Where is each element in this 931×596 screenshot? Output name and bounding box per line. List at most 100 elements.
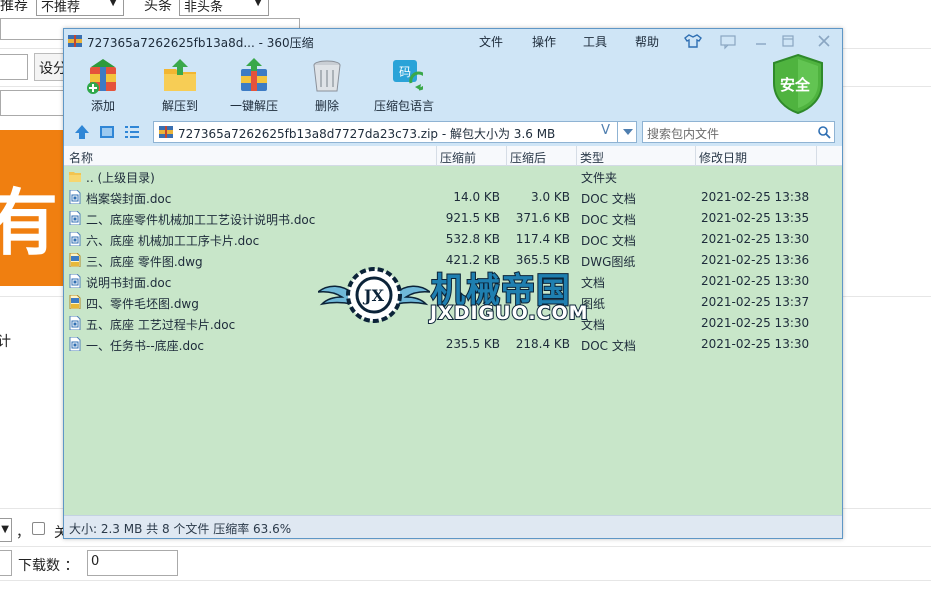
file-name: 档案袋封面.doc <box>86 192 172 206</box>
column-name[interactable]: 名称 <box>69 149 93 166</box>
file-name: 说明书封面.doc <box>86 276 172 290</box>
file-unpacked: 3.0 KB <box>531 190 570 204</box>
divider <box>0 580 931 581</box>
file-type: DOC 文档 <box>581 339 636 353</box>
thumbnail-view-icon[interactable] <box>98 123 116 141</box>
table-row[interactable]: 档案袋封面.doc 14.0 KB 3.0 KB DOC 文档 2021-02-25 1… <box>64 187 842 208</box>
chevron-down-icon: ▼ <box>1 524 9 535</box>
file-type: DOC 文档 <box>581 213 636 227</box>
file-modified: 2021-02-25 13:30 <box>701 316 810 330</box>
table-row[interactable]: 一、任务书--底座.doc 235.5 KB 218.4 KB DOC 文档 2021-… <box>64 334 842 355</box>
feedback-icon[interactable] <box>719 32 737 50</box>
file-type: DOC 文档 <box>581 234 636 248</box>
chevron-down-icon: ▼ <box>109 0 117 8</box>
path-dropdown-button[interactable] <box>617 121 637 143</box>
file-name: 一、任务书--底座.doc <box>86 339 205 353</box>
path-suffix: V <box>601 123 610 138</box>
security-label: 安全 <box>780 76 811 94</box>
svg-text:JX: JX <box>362 286 385 305</box>
table-row[interactable]: 二、底座零件机械加工工艺设计说明书.doc 921.5 KB 371.6 KB DOC… <box>64 208 842 229</box>
file-list: .. (上级目录) 文件夹档案袋封面.doc 14.0 KB 3.0 KB DOC 文档… <box>64 166 842 515</box>
winged-gear-logo-icon: JX <box>318 267 430 323</box>
menu-tools[interactable]: 工具 <box>583 33 607 50</box>
archive-path-field[interactable]: 727365a7262625fb13a8d7727da23c73.zip - 解… <box>153 121 637 143</box>
add-archive-icon <box>87 59 116 94</box>
table-row[interactable]: .. (上级目录) 文件夹 <box>64 166 842 187</box>
one-click-extract-button[interactable]: 一键解压 <box>229 57 279 114</box>
file-packed: 532.8 KB <box>445 232 500 246</box>
delete-button[interactable]: 删除 <box>307 57 347 114</box>
banner-image: 有 <box>0 130 64 286</box>
file-unpacked: 371.6 KB <box>515 211 570 225</box>
security-shield-badge[interactable]: 安全 <box>770 53 826 115</box>
extract-to-button[interactable]: 解压到 <box>156 57 204 114</box>
headline-select[interactable]: 非头条 ▼ <box>179 0 269 16</box>
minimize-icon[interactable] <box>752 32 770 50</box>
menu-file[interactable]: 文件 <box>479 33 503 50</box>
watermark: JX 机械帝国 JXDIGUO.COM <box>318 262 618 330</box>
file-name: 五、底座 工艺过程卡片.doc <box>86 318 236 332</box>
downloads-input[interactable]: 0 <box>87 550 178 576</box>
svg-text:码: 码 <box>399 65 411 79</box>
total-label: 计 <box>0 334 11 350</box>
recommend-select[interactable]: 不推荐 ▼ <box>36 0 124 16</box>
column-separator[interactable] <box>576 146 577 166</box>
menu-operate[interactable]: 操作 <box>532 33 556 50</box>
watermark-en: JXDIGUO.COM <box>429 301 589 325</box>
maximize-icon[interactable] <box>779 32 797 50</box>
file-modified: 2021-02-25 13:38 <box>701 190 810 204</box>
zip-archive-icon <box>159 126 173 138</box>
one-click-extract-icon <box>241 58 267 91</box>
column-packed[interactable]: 压缩前 <box>440 149 476 166</box>
file-modified: 2021-02-25 13:30 <box>701 232 810 246</box>
column-separator[interactable] <box>506 146 507 166</box>
archive-language-label: 压缩包语言 <box>373 99 434 113</box>
recommend-select-value: 不推荐 <box>41 0 81 15</box>
file-name: 三、底座 零件图.dwg <box>86 255 203 269</box>
file-modified: 2021-02-25 13:30 <box>701 337 810 351</box>
file-type: DOC 文档 <box>581 192 636 206</box>
close-icon[interactable] <box>815 32 833 50</box>
zip-archive-icon <box>68 35 82 47</box>
file-packed: 14.0 KB <box>453 190 500 204</box>
archive-language-button[interactable]: 码 压缩包语言 <box>372 57 436 114</box>
file-name: 六、底座 机械加工工序卡片.doc <box>86 234 260 248</box>
chevron-down-icon: ▼ <box>254 0 262 8</box>
file-modified: 2021-02-25 13:30 <box>701 274 810 288</box>
column-separator[interactable] <box>816 146 817 166</box>
up-arrow-icon[interactable] <box>73 123 91 141</box>
close-checkbox[interactable] <box>32 522 45 535</box>
text-input[interactable] <box>0 90 70 116</box>
archive-language-icon: 码 <box>393 60 423 91</box>
list-view-icon[interactable] <box>123 123 141 141</box>
file-type: 文件夹 <box>581 171 618 185</box>
search-icon[interactable] <box>817 125 831 139</box>
search-placeholder: 搜索包内文件 <box>647 127 720 141</box>
extract-to-label: 解压到 <box>161 99 198 113</box>
small-select[interactable]: ▼ <box>0 518 12 542</box>
menu-help[interactable]: 帮助 <box>635 33 659 50</box>
file-name: 二、底座零件机械加工工艺设计说明书.doc <box>86 213 316 227</box>
divider <box>0 546 931 547</box>
column-type[interactable]: 类型 <box>580 149 604 166</box>
file-unpacked: 218.4 KB <box>515 337 570 351</box>
title-bar[interactable]: 727365a7262625fb13a8d... - 360压缩 文件 操作 工… <box>64 29 842 53</box>
small-input[interactable] <box>0 550 12 576</box>
column-separator[interactable] <box>436 146 437 166</box>
short-input[interactable] <box>0 54 28 80</box>
file-packed: 921.5 KB <box>445 211 500 225</box>
table-row[interactable]: 六、底座 机械加工工序卡片.doc 532.8 KB 117.4 KB DOC 文档 2… <box>64 229 842 250</box>
column-separator[interactable] <box>695 146 696 166</box>
add-button[interactable]: 添加 <box>80 57 126 114</box>
status-bar: 大小: 2.3 MB 共 8 个文件 压缩率 63.6% <box>64 515 842 538</box>
banner-text: 有 <box>0 181 59 265</box>
one-click-extract-label: 一键解压 <box>229 99 278 113</box>
column-modified[interactable]: 修改日期 <box>699 149 747 166</box>
toolbar: 添加 解压到 一键解压 删除 码 压缩包语言 <box>64 53 842 119</box>
headline-select-value: 非头条 <box>184 0 224 15</box>
delete-label: 删除 <box>314 99 339 113</box>
search-input[interactable]: 搜索包内文件 <box>642 121 835 143</box>
column-unpacked[interactable]: 压缩后 <box>510 149 546 166</box>
archive-path-text: 727365a7262625fb13a8d7727da23c73.zip - 解… <box>178 127 556 141</box>
skin-shirt-icon[interactable] <box>684 32 702 50</box>
